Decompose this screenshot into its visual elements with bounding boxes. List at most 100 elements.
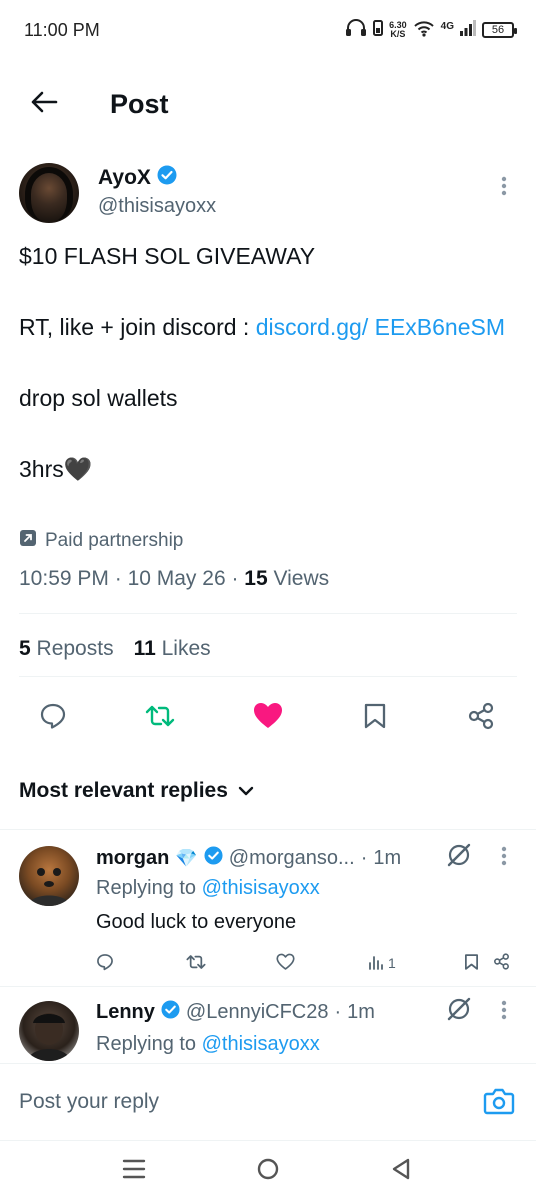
wifi-icon bbox=[413, 19, 435, 42]
reply-author-handle[interactable]: @LennyiCFC28 bbox=[186, 1001, 329, 1024]
heart-outline-icon bbox=[276, 953, 295, 974]
replies-sort-label: Most relevant replies bbox=[19, 779, 228, 802]
post-line-1: $10 FLASH SOL GIVEAWAY bbox=[19, 243, 316, 269]
header: Post bbox=[0, 62, 536, 146]
reply-views-button[interactable]: 1 bbox=[368, 951, 396, 975]
replying-to-prefix: Replying to bbox=[96, 1033, 202, 1055]
views-chart-icon bbox=[368, 954, 384, 973]
share-icon bbox=[493, 953, 510, 973]
author-name-row[interactable]: AyoX bbox=[98, 165, 177, 191]
reply-time: 1m bbox=[347, 1001, 375, 1023]
net-speed-unit: K/S bbox=[390, 29, 406, 39]
reply-author-name[interactable]: Lenny bbox=[96, 1001, 155, 1024]
battery-indicator: 56 bbox=[482, 22, 517, 38]
reply-header: Lenny @LennyiCFC28 · 1m bbox=[96, 1000, 375, 1025]
grok-icon bbox=[446, 842, 472, 873]
reply-views-count: 1 bbox=[388, 955, 396, 971]
likes-label: Likes bbox=[161, 637, 211, 660]
reply-avatar[interactable] bbox=[19, 1001, 79, 1061]
post-text: $10 FLASH SOL GIVEAWAY RT, like + join d… bbox=[19, 238, 519, 522]
reply-reply-button[interactable] bbox=[96, 951, 114, 975]
reply-author-handle[interactable]: @morganso... bbox=[229, 847, 355, 870]
post-line-3: drop sol wallets bbox=[19, 385, 178, 411]
share-icon bbox=[467, 702, 495, 735]
reply-item[interactable]: Lenny @LennyiCFC28 · 1m Replying to @thi… bbox=[0, 987, 536, 1063]
chevron-down-icon bbox=[238, 779, 254, 803]
author-name: AyoX bbox=[98, 166, 151, 189]
status-time: 11:00 PM bbox=[24, 20, 100, 40]
home-button[interactable] bbox=[252, 1155, 284, 1187]
reposts-count-link[interactable]: 5 Reposts bbox=[19, 637, 114, 661]
back-button[interactable] bbox=[22, 82, 66, 126]
paid-partnership-text: Paid partnership bbox=[45, 530, 184, 551]
like-button[interactable] bbox=[246, 696, 290, 740]
system-nav-bar bbox=[0, 1141, 536, 1200]
page-title: Post bbox=[110, 89, 169, 119]
share-button[interactable] bbox=[459, 696, 503, 740]
recent-apps-button[interactable] bbox=[118, 1155, 150, 1187]
grok-button[interactable] bbox=[444, 996, 474, 1026]
reply-author-name[interactable]: morgan bbox=[96, 847, 169, 870]
camera-button[interactable] bbox=[482, 1086, 516, 1120]
replies-sort-dropdown[interactable]: Most relevant replies bbox=[19, 779, 254, 803]
likes-count: 11 bbox=[133, 637, 156, 660]
paid-partnership-label[interactable]: Paid partnership bbox=[19, 529, 183, 553]
separator-dot: · bbox=[360, 847, 368, 869]
reply-like-button[interactable] bbox=[276, 951, 295, 975]
reply-bookmark-button[interactable] bbox=[464, 951, 479, 975]
grok-icon bbox=[446, 996, 472, 1027]
back-arrow-icon bbox=[30, 90, 58, 119]
signal-icon bbox=[460, 19, 476, 41]
bookmark-icon bbox=[464, 953, 479, 974]
net-speed: 6.30 K/S bbox=[389, 21, 407, 39]
more-options-button[interactable] bbox=[492, 176, 516, 200]
home-circle-icon bbox=[256, 1157, 280, 1186]
reply-more-button[interactable] bbox=[492, 846, 516, 870]
network-type: 4G bbox=[440, 20, 454, 32]
engagement-counts: 5 Reposts 11 Likes bbox=[19, 637, 211, 661]
reply-item[interactable]: morgan 💎 @morganso... · 1m Replying to @… bbox=[0, 830, 536, 986]
reply-icon bbox=[39, 702, 67, 735]
reposts-label: Reposts bbox=[36, 637, 114, 660]
headphones-icon bbox=[345, 18, 367, 42]
paid-partnership-icon bbox=[19, 529, 37, 553]
grok-button[interactable] bbox=[444, 842, 474, 872]
discord-link[interactable]: discord.gg/ EExB6neSM bbox=[256, 314, 505, 340]
reply-button[interactable] bbox=[31, 696, 75, 740]
views-count: 15 bbox=[244, 567, 268, 590]
heart-filled-icon bbox=[253, 702, 283, 735]
views-label: Views bbox=[273, 567, 330, 590]
status-bar: 11:00 PM 6.30 K/S 4G 56 bbox=[0, 0, 536, 62]
reply-more-button[interactable] bbox=[492, 1000, 516, 1024]
reply-compose-bar: Post your reply bbox=[0, 1063, 536, 1141]
reply-input[interactable]: Post your reply bbox=[19, 1090, 159, 1114]
reply-avatar[interactable] bbox=[19, 846, 79, 906]
camera-icon bbox=[483, 1087, 515, 1120]
back-nav-button[interactable] bbox=[385, 1155, 417, 1187]
repost-icon bbox=[145, 703, 175, 734]
bookmark-button[interactable] bbox=[353, 696, 397, 740]
more-vertical-icon bbox=[501, 846, 507, 871]
reposts-count: 5 bbox=[19, 637, 31, 660]
diamond-emoji: 💎 bbox=[175, 848, 198, 868]
reply-icon bbox=[96, 953, 114, 974]
back-triangle-icon bbox=[390, 1157, 412, 1186]
post-line-2-text: RT, like + join discord : bbox=[19, 314, 256, 340]
repost-button[interactable] bbox=[138, 696, 182, 740]
post-time: 10:59 PM bbox=[19, 567, 109, 590]
post-line-2: RT, like + join discord : discord.gg/ EE… bbox=[19, 309, 519, 345]
verified-badge-icon bbox=[157, 165, 177, 191]
reply-share-button[interactable] bbox=[493, 951, 510, 975]
reply-actions: 1 bbox=[96, 951, 521, 975]
author-avatar[interactable] bbox=[19, 163, 79, 223]
likes-count-link[interactable]: 11 Likes bbox=[134, 637, 211, 661]
replying-to-handle[interactable]: @thisisayoxx bbox=[202, 877, 320, 899]
verified-badge-icon bbox=[204, 846, 223, 871]
reply-header: morgan 💎 @morganso... · 1m bbox=[96, 846, 401, 871]
separator-dot: · bbox=[334, 1001, 342, 1023]
post-actions bbox=[0, 696, 536, 740]
menu-lines-icon bbox=[122, 1158, 146, 1185]
reply-repost-button[interactable] bbox=[186, 951, 206, 975]
author-handle[interactable]: @thisisayoxx bbox=[98, 195, 216, 218]
replying-to-handle[interactable]: @thisisayoxx bbox=[202, 1033, 320, 1055]
